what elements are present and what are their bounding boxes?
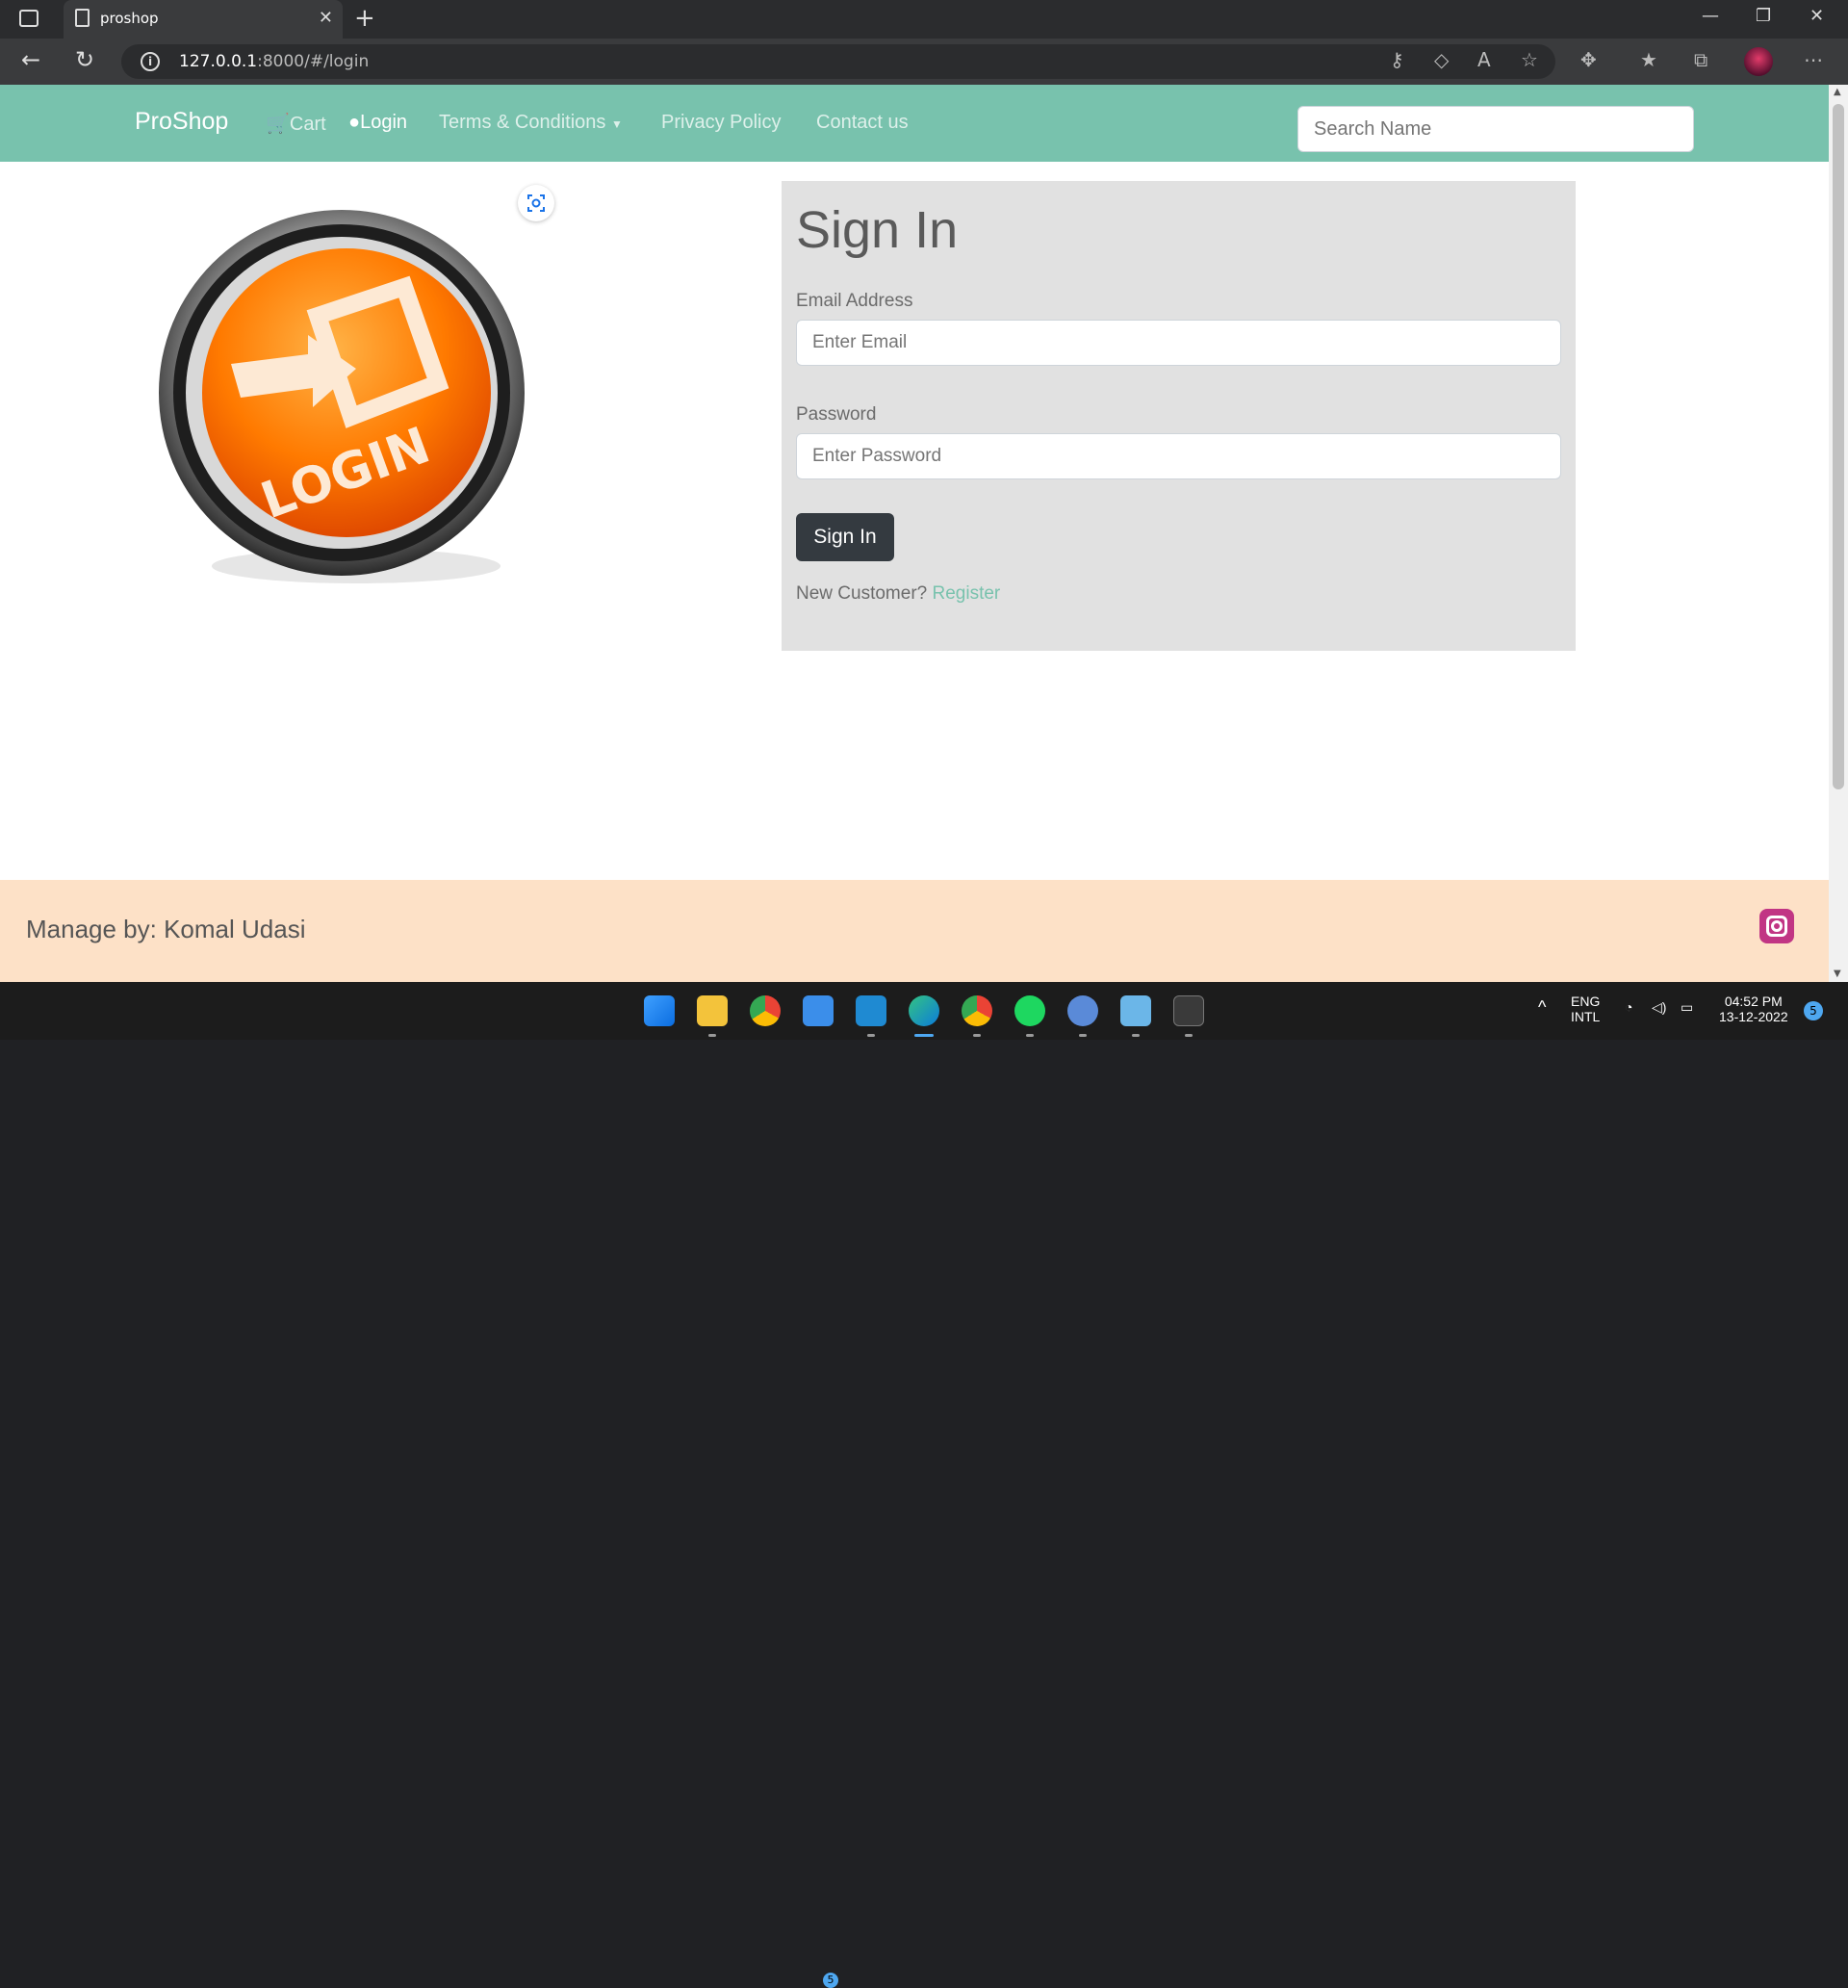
wifi-icon[interactable]: ◔	[1625, 999, 1632, 1015]
key-icon[interactable]: ⚷	[1390, 48, 1404, 71]
mail-icon[interactable]	[803, 995, 834, 1026]
cart-icon: 🛒	[266, 114, 290, 135]
scroll-up-icon[interactable]: ▲	[1834, 87, 1841, 97]
battery-icon[interactable]: ▭	[1681, 999, 1693, 1016]
search-input[interactable]	[1297, 106, 1694, 152]
url-field[interactable]: i 127.0.0.1:8000/#/login	[121, 44, 1555, 79]
password-field[interactable]	[796, 433, 1561, 479]
caret-down-icon: ▼	[610, 117, 623, 131]
site-footer: Manage by: Komal Udasi	[0, 880, 1829, 982]
spotify-icon[interactable]	[1014, 995, 1045, 1026]
edge-icon[interactable]	[909, 995, 939, 1026]
file-explorer-icon[interactable]	[697, 995, 728, 1026]
nav-privacy[interactable]: Privacy Policy	[661, 112, 781, 134]
page-viewport: ProShop 🛒Cart ●Login Terms & Conditions …	[0, 85, 1829, 982]
browser-tab[interactable]: proshop ✕	[64, 0, 343, 39]
close-window-icon[interactable]: ✕	[1810, 6, 1824, 26]
tab-bar: proshop ✕ + — ❐ ✕	[0, 0, 1848, 39]
back-icon[interactable]: ←	[21, 46, 40, 73]
signin-card: Sign In Email Address Password Sign In N…	[782, 181, 1576, 651]
user-icon: ●	[348, 112, 361, 133]
nav-contact[interactable]: Contact us	[816, 112, 909, 134]
notepad-icon[interactable]	[1120, 995, 1151, 1026]
tag-icon[interactable]: ◇	[1434, 48, 1449, 71]
chrome-icon[interactable]	[750, 995, 781, 1026]
signin-button[interactable]: Sign In	[796, 513, 894, 561]
taskbar: 5 ^ ENG INTL ◔ ◁) ▭ 04:52 PM 13-12-2022	[0, 982, 1848, 1988]
mail-badge: 5	[823, 1973, 838, 1988]
vscode-icon[interactable]	[856, 995, 886, 1026]
start-icon[interactable]	[644, 995, 675, 1026]
add-favorite-icon[interactable]: ☆	[1521, 48, 1538, 71]
minimize-icon[interactable]: —	[1702, 6, 1719, 26]
tab-actions-icon[interactable]	[19, 10, 38, 27]
password-label: Password	[796, 404, 877, 425]
favorites-icon[interactable]: ★	[1640, 48, 1657, 71]
instagram-icon[interactable]	[1759, 909, 1794, 943]
tab-title: proshop	[100, 10, 159, 27]
login-illustration: LOGIN	[159, 210, 525, 583]
read-aloud-icon[interactable]: A	[1477, 48, 1491, 71]
close-tab-icon[interactable]: ✕	[319, 8, 333, 28]
chrome-icon-2[interactable]	[962, 995, 992, 1026]
nav-cart[interactable]: 🛒Cart	[266, 112, 326, 136]
profile-avatar[interactable]	[1744, 47, 1773, 76]
visual-search-icon	[527, 194, 545, 212]
page-icon	[75, 9, 90, 27]
visual-search-button[interactable]	[518, 185, 554, 221]
scroll-thumb[interactable]	[1833, 104, 1844, 789]
show-hidden-icons-icon[interactable]: ^	[1538, 997, 1546, 1018]
url-text: 127.0.0.1:8000/#/login	[179, 52, 370, 71]
notification-badge[interactable]: 5	[1804, 1001, 1823, 1020]
footer-text: Manage by: Komal Udasi	[26, 915, 306, 943]
terminal-icon[interactable]	[1173, 995, 1204, 1026]
clock[interactable]: 04:52 PM 13-12-2022	[1719, 994, 1788, 1024]
restore-icon[interactable]: ❐	[1756, 6, 1771, 26]
qbittorrent-icon[interactable]	[1067, 995, 1098, 1026]
site-navbar: ProShop 🛒Cart ●Login Terms & Conditions …	[0, 85, 1829, 162]
nav-terms-dropdown[interactable]: Terms & Conditions ▼	[439, 112, 623, 134]
email-field[interactable]	[796, 320, 1561, 366]
volume-icon[interactable]: ◁)	[1652, 999, 1666, 1016]
page-scrollbar[interactable]: ▲ ▼	[1829, 85, 1848, 982]
more-menu-icon[interactable]: ⋯	[1804, 48, 1823, 71]
scroll-down-icon[interactable]: ▼	[1834, 968, 1841, 979]
email-label: Email Address	[796, 291, 913, 311]
signin-title: Sign In	[796, 201, 959, 259]
collections-icon[interactable]: ⧉	[1694, 48, 1707, 71]
nav-login[interactable]: ●Login	[348, 112, 407, 134]
extensions-icon[interactable]: ✥	[1580, 48, 1597, 71]
refresh-icon[interactable]: ↻	[75, 46, 94, 73]
register-link[interactable]: Register	[933, 583, 1001, 604]
new-customer-text: New Customer? Register	[796, 583, 1001, 604]
brand-link[interactable]: ProShop	[135, 108, 228, 136]
address-bar-row: ← ↻ i 127.0.0.1:8000/#/login ⚷ ◇ A ☆ ✥ ★…	[0, 39, 1848, 85]
language-indicator[interactable]: ENG INTL	[1571, 994, 1600, 1024]
new-tab-icon[interactable]: +	[354, 4, 375, 33]
site-info-icon[interactable]: i	[141, 52, 160, 71]
